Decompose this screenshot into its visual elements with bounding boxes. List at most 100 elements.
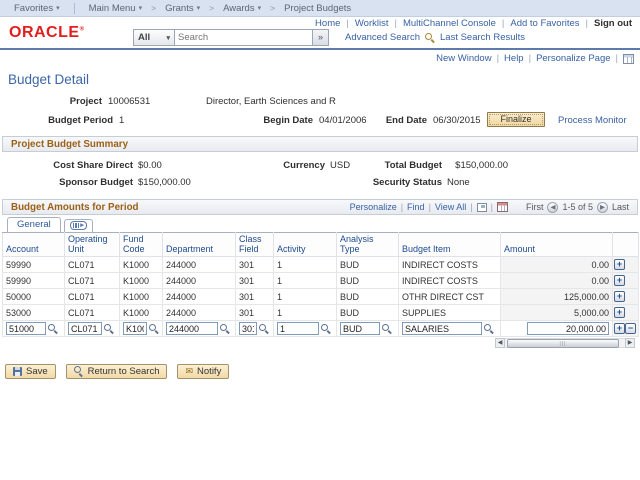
cell-fund-code: K1000 xyxy=(119,256,163,273)
cell-amount: 0.00 xyxy=(500,272,613,289)
worklist-link[interactable]: Worklist xyxy=(355,18,389,29)
download-to-excel-icon[interactable] xyxy=(496,202,508,212)
personalize-page-link[interactable]: Personalize Page xyxy=(536,53,610,64)
divider: | xyxy=(528,53,532,64)
delete-row-button[interactable]: − xyxy=(625,323,636,335)
scrollbar-track[interactable]: ||| xyxy=(505,338,625,348)
utility-links: Home | Worklist | MultiChannel Console |… xyxy=(315,18,632,29)
http-grid-icon[interactable] xyxy=(623,53,634,64)
analysis-type-lookup-icon[interactable] xyxy=(382,323,392,334)
col-analysis-type: Analysis Type xyxy=(336,232,399,257)
divider: | xyxy=(490,202,493,212)
breadcrumb-project-budgets[interactable]: Project Budgets xyxy=(278,3,357,14)
account-field[interactable] xyxy=(6,322,46,335)
account-lookup-icon[interactable] xyxy=(48,323,58,334)
budget-grid: Account Operating Unit Fund Code Departm… xyxy=(2,232,639,337)
col-account: Account xyxy=(2,232,65,257)
add-row-button[interactable]: + xyxy=(614,259,625,271)
breadcrumb-favorites[interactable]: Favorites ▾ xyxy=(8,3,66,14)
previous-page-icon[interactable]: ◀ xyxy=(547,201,559,213)
cell-account: 50000 xyxy=(2,288,65,305)
budget-item-lookup-icon[interactable] xyxy=(484,323,494,334)
budget-item-field[interactable] xyxy=(402,322,482,335)
help-link[interactable]: Help xyxy=(504,53,524,64)
cell-class-field: 301 xyxy=(235,272,274,289)
cell-operating-unit: CL071 xyxy=(64,304,120,321)
add-row-button[interactable]: + xyxy=(614,275,625,287)
chevron-down-icon: ▾ xyxy=(196,5,201,12)
search-go-button[interactable]: » xyxy=(313,29,329,46)
chevron-down-icon: ▾ xyxy=(166,34,170,42)
add-to-favorites-link[interactable]: Add to Favorites xyxy=(510,18,579,29)
cell-operating-unit: CL071 xyxy=(64,288,120,305)
col-budget-item: Budget Item xyxy=(398,232,501,257)
multichannel-console-link[interactable]: MultiChannel Console xyxy=(403,18,496,29)
operating-unit-lookup-icon[interactable] xyxy=(104,323,114,334)
search-input[interactable] xyxy=(175,29,313,46)
tab-show-all-columns[interactable]: ▸ xyxy=(63,219,93,232)
department-field[interactable] xyxy=(166,322,218,335)
class-field-lookup-icon[interactable] xyxy=(259,323,269,334)
search-scope-select[interactable]: All ▾ xyxy=(133,29,175,46)
save-button[interactable]: Save xyxy=(5,364,56,379)
col-operating-unit: Operating Unit xyxy=(64,232,120,257)
breadcrumb-separator: > xyxy=(270,3,276,13)
table-row: 59990 CL071 K1000 244000 301 1 BUD INDIR… xyxy=(2,256,639,273)
home-link[interactable]: Home xyxy=(315,18,340,29)
zoom-grid-icon[interactable] xyxy=(476,202,487,212)
col-fund-code: Fund Code xyxy=(119,232,163,257)
department-lookup-icon[interactable] xyxy=(220,323,230,334)
horizontal-scrollbar: ◀ ||| ▶ xyxy=(495,338,635,348)
fund-code-field[interactable] xyxy=(123,322,147,335)
breadcrumb-main-menu[interactable]: Main Menu ▾ xyxy=(83,3,149,14)
breadcrumb-awards[interactable]: Awards ▾ xyxy=(217,3,267,14)
sign-out-link[interactable]: Sign out xyxy=(594,18,632,29)
process-monitor-link[interactable]: Process Monitor xyxy=(558,115,627,126)
analysis-type-field[interactable] xyxy=(340,322,380,335)
notify-button[interactable]: ✉ Notify xyxy=(177,364,230,379)
new-window-link[interactable]: New Window xyxy=(436,53,491,64)
end-date-value: 06/30/2015 xyxy=(433,115,481,126)
next-page-icon[interactable]: ▶ xyxy=(596,201,608,213)
cell-department: 244000 xyxy=(162,272,236,289)
add-row-button[interactable]: + xyxy=(614,323,625,335)
chevron-down-icon: ▾ xyxy=(138,5,143,12)
notify-envelope-icon: ✉ xyxy=(185,365,194,376)
find-link[interactable]: Find xyxy=(407,202,425,212)
view-all-link[interactable]: View All xyxy=(435,202,466,212)
grid-edit-row: +− xyxy=(2,320,639,337)
section-title: Project Budget Summary xyxy=(11,138,129,150)
scrollbar-thumb[interactable]: ||| xyxy=(507,339,619,348)
breadcrumb-grants[interactable]: Grants ▾ xyxy=(159,3,206,14)
page-links-bar: New Window | Help | Personalize Page | xyxy=(0,50,640,65)
end-date-label: End Date xyxy=(385,115,427,126)
footer-toolbar: Save Return to Search ✉ Notify xyxy=(5,364,640,379)
advanced-search-link[interactable]: Advanced Search xyxy=(345,32,420,43)
class-field-field[interactable] xyxy=(239,322,257,335)
col-activity: Activity xyxy=(273,232,337,257)
page-title: Budget Detail xyxy=(8,72,90,87)
activity-field[interactable] xyxy=(277,322,319,335)
scroll-left-icon[interactable]: ◀ xyxy=(495,338,505,348)
amount-field[interactable] xyxy=(527,322,609,335)
cell-account: 59990 xyxy=(2,256,65,273)
cell-fund-code: K1000 xyxy=(119,288,163,305)
personalize-link[interactable]: Personalize xyxy=(350,202,397,212)
cell-analysis-type: BUD xyxy=(336,288,399,305)
cell-amount: 5,000.00 xyxy=(500,304,613,321)
activity-lookup-icon[interactable] xyxy=(321,323,331,334)
show-all-columns-icon: ▸ xyxy=(69,221,87,230)
add-row-button[interactable]: + xyxy=(614,291,625,303)
add-row-button[interactable]: + xyxy=(614,307,625,319)
sponsor-budget-value: $150,000.00 xyxy=(138,177,191,188)
scroll-right-icon[interactable]: ▶ xyxy=(625,338,635,348)
fund-code-lookup-icon[interactable] xyxy=(149,323,159,334)
last-search-results-link[interactable]: Last Search Results xyxy=(440,32,525,43)
cell-analysis-type: BUD xyxy=(336,304,399,321)
project-id: 10006531 xyxy=(108,96,151,107)
finalize-button[interactable]: Finalize xyxy=(487,112,545,127)
tab-general[interactable]: General xyxy=(7,217,61,232)
operating-unit-field[interactable] xyxy=(68,322,102,335)
return-to-search-button[interactable]: Return to Search xyxy=(65,364,168,379)
breadcrumb: Favorites ▾ Main Menu ▾ > Grants ▾ > Awa… xyxy=(0,0,640,17)
